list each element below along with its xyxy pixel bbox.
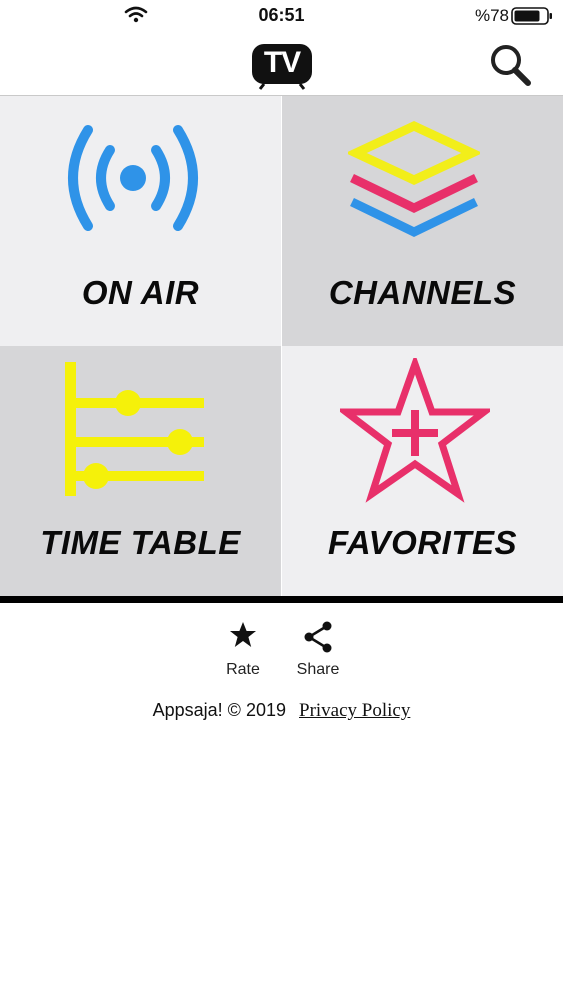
- tile-favorites[interactable]: FAVORITES: [282, 346, 563, 596]
- tv-logo: TV: [250, 40, 314, 90]
- tv-logo-text: TV: [263, 46, 301, 79]
- search-button[interactable]: [487, 42, 533, 88]
- tile-on-air[interactable]: ON AIR: [0, 96, 281, 346]
- tile-time-table[interactable]: TIME TABLE: [0, 346, 281, 596]
- nav-bar: TV: [0, 32, 563, 96]
- search-icon: [491, 45, 531, 86]
- tile-label-channels: CHANNELS: [328, 274, 517, 311]
- battery-icon: [511, 7, 553, 30]
- broadcast-icon: [68, 125, 198, 231]
- share-button[interactable]: Share: [278, 620, 358, 679]
- star-plus-icon: [340, 358, 490, 503]
- status-bar: 06:51 %78: [0, 0, 563, 32]
- footer-actions: Rate Share: [0, 620, 563, 695]
- rate-button[interactable]: Rate: [203, 620, 283, 679]
- tile-label-time-table: TIME TABLE: [40, 524, 241, 561]
- battery-percentage: %78: [474, 6, 509, 25]
- footer-credit: Appsaja! © 2019 Privacy Policy: [0, 700, 563, 722]
- tile-label-on-air: ON AIR: [81, 274, 200, 311]
- copyright-text: Appsaja! © 2019: [152, 700, 286, 720]
- share-label: Share: [296, 661, 340, 678]
- layers-icon: [348, 121, 480, 237]
- tile-channels[interactable]: CHANNELS: [282, 96, 563, 346]
- share-icon: [304, 621, 332, 653]
- privacy-policy-link[interactable]: Privacy Policy: [299, 700, 410, 721]
- divider-bar: [0, 596, 563, 603]
- star-icon: [230, 622, 256, 647]
- rate-label: Rate: [226, 661, 260, 678]
- timeline-icon: [65, 362, 204, 496]
- menu-grid: ON AIR CHANNELS TIME TABLE FAVORITES: [0, 96, 563, 596]
- tile-label-favorites: FAVORITES: [327, 524, 518, 561]
